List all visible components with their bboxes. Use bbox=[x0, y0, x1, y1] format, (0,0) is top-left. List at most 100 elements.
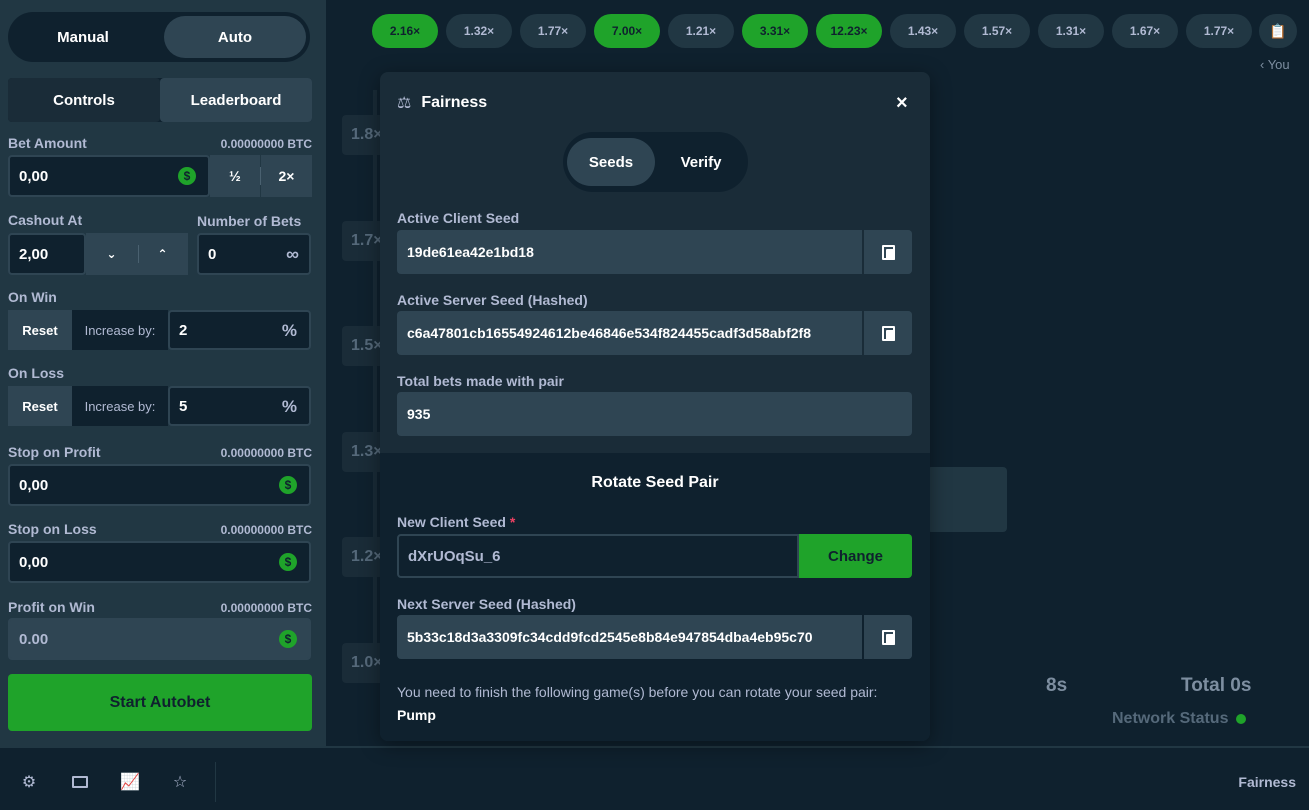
infinity-icon[interactable]: ∞ bbox=[286, 244, 299, 265]
start-autobet-button[interactable]: Start Autobet bbox=[8, 674, 312, 731]
fairness-link[interactable]: Fairness bbox=[1238, 774, 1296, 790]
close-icon[interactable]: × bbox=[896, 92, 908, 115]
new-client-seed-input[interactable]: dXrUOqSu_6 bbox=[397, 534, 799, 578]
on-win-increase-button[interactable]: Increase by: bbox=[72, 310, 168, 350]
history-chip[interactable]: 1.67× bbox=[1112, 14, 1178, 48]
bet-amount-label: Bet Amount bbox=[8, 135, 87, 151]
modal-title: Fairness bbox=[421, 94, 488, 111]
copy-icon bbox=[881, 244, 895, 260]
history-chip[interactable]: 1.77× bbox=[520, 14, 586, 48]
rotate-note: You need to finish the following game(s)… bbox=[397, 681, 897, 727]
percent-icon: % bbox=[281, 397, 297, 416]
status-dot-icon bbox=[1236, 714, 1247, 724]
time-stat: 8s bbox=[1046, 675, 1068, 696]
history-chip[interactable]: 7.00× bbox=[594, 14, 660, 48]
bet-amount-input[interactable]: 0,00 $ bbox=[8, 155, 210, 197]
rotate-note-text: You need to finish the following game(s)… bbox=[397, 684, 878, 700]
on-win-reset-button[interactable]: Reset bbox=[8, 310, 72, 350]
leaderboard-tab[interactable]: Leaderboard bbox=[160, 78, 312, 122]
dollar-icon: $ bbox=[279, 476, 297, 494]
bet-amount-value: 0,00 bbox=[19, 167, 49, 185]
history-chip[interactable]: 3.31× bbox=[742, 14, 808, 48]
next-server-seed-field[interactable]: 5b33c18d3a3309fc34cdd9fcd2545e8b84e94785… bbox=[397, 615, 912, 659]
on-loss-increase-button[interactable]: Increase by: bbox=[72, 386, 168, 426]
next-server-seed-label: Next Server Seed (Hashed) bbox=[397, 596, 576, 612]
fairness-tabs: Seeds Verify bbox=[563, 132, 748, 192]
cashout-input[interactable]: 2,00 bbox=[8, 233, 86, 275]
required-marker: * bbox=[509, 514, 516, 530]
sidebar: Manual Auto Controls Leaderboard Bet Amo… bbox=[0, 0, 326, 746]
history-chip[interactable]: 12.23× bbox=[816, 14, 882, 48]
total-bets-field: 935 bbox=[397, 392, 912, 436]
gear-icon[interactable]: ⚙ bbox=[20, 773, 38, 791]
number-of-bets-input[interactable]: 0 ∞ bbox=[197, 233, 311, 275]
cashout-label: Cashout At bbox=[8, 212, 83, 228]
chevron-down-icon[interactable]: ⌄ bbox=[106, 247, 116, 261]
new-client-seed-label-text: New Client Seed bbox=[397, 514, 506, 530]
mode-toggle: Manual Auto bbox=[8, 12, 310, 62]
active-server-seed-field[interactable]: c6a47801cb16554924612be46846e534f824455c… bbox=[397, 311, 912, 355]
stop-on-loss-btc: 0.00000000 BTC bbox=[220, 523, 312, 537]
percent-icon: % bbox=[281, 321, 297, 340]
copy-icon bbox=[881, 629, 895, 645]
axis-line bbox=[373, 90, 377, 680]
chevron-up-icon[interactable]: ⌃ bbox=[157, 247, 167, 261]
scale-icon: ⚖ bbox=[397, 95, 412, 112]
bet-amount-btc: 0.00000000 BTC bbox=[220, 137, 312, 151]
active-client-seed-field[interactable]: 19de61ea42e1bd18 bbox=[397, 230, 912, 274]
dollar-icon: $ bbox=[178, 167, 196, 185]
history-chip[interactable]: 1.31× bbox=[1038, 14, 1104, 48]
footer: ⚙ 📈 ☆ bbox=[0, 746, 1309, 810]
stats-icon[interactable]: 📈 bbox=[120, 773, 140, 791]
tab-seeds[interactable]: Seeds bbox=[567, 138, 655, 186]
you-label: ‹ You bbox=[1260, 57, 1290, 72]
history-chip[interactable]: 1.43× bbox=[890, 14, 956, 48]
active-server-seed-label: Active Server Seed (Hashed) bbox=[397, 292, 588, 308]
history-chip[interactable]: 2.16× bbox=[372, 14, 438, 48]
stop-on-loss-label: Stop on Loss bbox=[8, 521, 97, 537]
dollar-icon: $ bbox=[279, 630, 297, 648]
profit-on-win-btc: 0.00000000 BTC bbox=[220, 601, 312, 615]
history-chip[interactable]: 1.21× bbox=[668, 14, 734, 48]
cashout-stepper: ⌄ ⌃ bbox=[86, 233, 188, 275]
on-loss-label: On Loss bbox=[8, 365, 65, 381]
total-bets-label: Total bets made with pair bbox=[397, 373, 564, 389]
manual-tab[interactable]: Manual bbox=[12, 16, 154, 58]
theatre-mode-icon[interactable] bbox=[71, 773, 89, 791]
on-loss-value: 5 bbox=[179, 397, 188, 415]
new-client-seed-label: New Client Seed * bbox=[397, 514, 515, 530]
tab-verify[interactable]: Verify bbox=[659, 138, 743, 186]
copy-button[interactable] bbox=[862, 615, 912, 659]
copy-button[interactable] bbox=[862, 311, 912, 355]
number-of-bets-label: Number of Bets bbox=[197, 213, 302, 229]
half-button[interactable]: ½ bbox=[210, 155, 260, 197]
profit-on-win-field: 0.00 $ bbox=[8, 618, 311, 660]
active-client-seed-label: Active Client Seed bbox=[397, 210, 520, 226]
network-status: Network Status bbox=[1112, 710, 1247, 728]
history-chip[interactable]: 1.32× bbox=[446, 14, 512, 48]
auto-tab[interactable]: Auto bbox=[164, 16, 306, 58]
copy-button[interactable] bbox=[862, 230, 912, 274]
on-loss-reset-button[interactable]: Reset bbox=[8, 386, 72, 426]
controls-tab[interactable]: Controls bbox=[8, 78, 160, 122]
on-win-label: On Win bbox=[8, 289, 57, 305]
total-bets-value: 935 bbox=[407, 406, 431, 422]
active-client-seed-value: 19de61ea42e1bd18 bbox=[407, 244, 534, 260]
on-win-input[interactable]: 2 % bbox=[168, 310, 311, 350]
stop-on-profit-value: 0,00 bbox=[19, 476, 49, 494]
stop-on-loss-input[interactable]: 0,00 $ bbox=[8, 541, 311, 583]
on-win-value: 2 bbox=[179, 321, 188, 339]
double-button[interactable]: 2× bbox=[261, 155, 312, 197]
stop-on-profit-input[interactable]: 0,00 $ bbox=[8, 464, 311, 506]
fairness-modal: ⚖ Fairness × Seeds Verify Active Client … bbox=[380, 72, 930, 741]
history-chip[interactable]: 1.77× bbox=[1186, 14, 1252, 48]
cashout-value: 2,00 bbox=[19, 245, 49, 263]
history-chip[interactable]: 1.57× bbox=[964, 14, 1030, 48]
change-button[interactable]: Change bbox=[799, 534, 912, 578]
modal-header: ⚖ Fairness bbox=[397, 93, 487, 113]
on-loss-input[interactable]: 5 % bbox=[168, 386, 311, 426]
star-icon[interactable]: ☆ bbox=[171, 773, 189, 791]
history-icon[interactable]: 📋 bbox=[1259, 14, 1297, 48]
dollar-icon: $ bbox=[279, 553, 297, 571]
total-stat: Total 0s bbox=[1181, 675, 1252, 696]
